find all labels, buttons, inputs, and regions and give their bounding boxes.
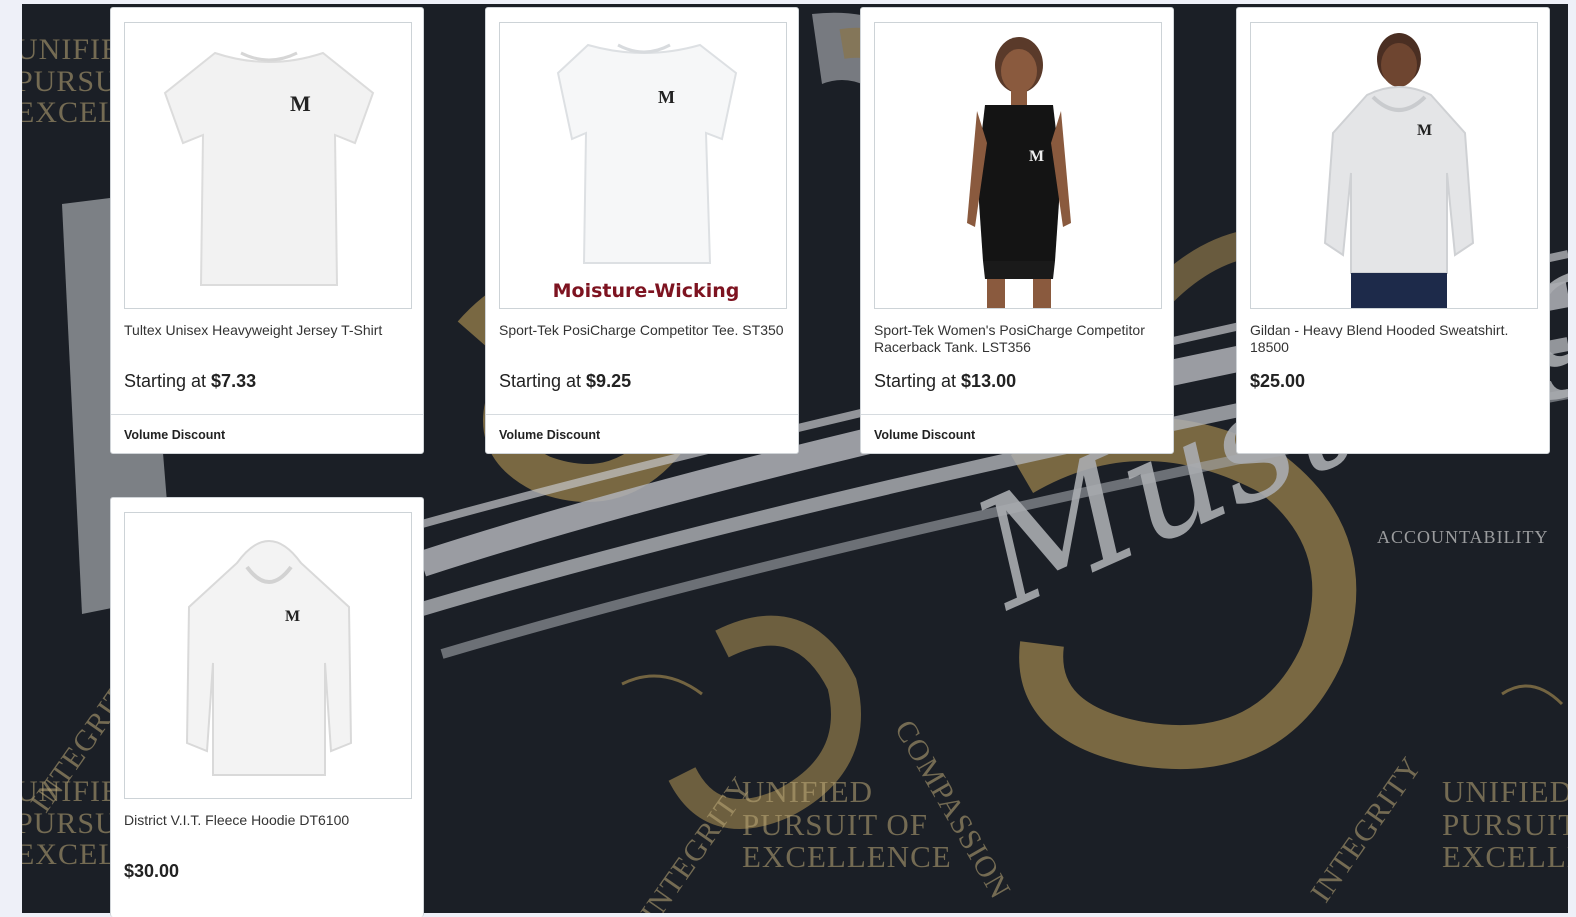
svg-text:M: M bbox=[1417, 122, 1432, 139]
motto-block-center: UNIFIED PURSUIT OF EXCELLENCE bbox=[742, 774, 952, 875]
volume-discount-label: Volume Discount bbox=[499, 428, 601, 442]
tank-model-icon: M bbox=[967, 37, 1071, 308]
product-image[interactable]: M bbox=[124, 22, 412, 309]
product-card-gildan-hoodie[interactable]: M Gildan - Heavy Blend Hooded Sweatshirt… bbox=[1236, 7, 1550, 454]
product-price: Starting at $13.00 bbox=[874, 371, 1017, 391]
hoodie-model-icon: M bbox=[1323, 33, 1475, 308]
performance-tee-icon: M Moisture-Wicking bbox=[553, 43, 740, 302]
hoodie-icon: M bbox=[185, 540, 353, 776]
product-title[interactable]: Sport-Tek PosiCharge Competitor Tee. ST3… bbox=[499, 322, 787, 339]
svg-text:M: M bbox=[1029, 148, 1044, 165]
product-image[interactable]: M bbox=[1250, 22, 1538, 309]
product-card-sporttek-tee[interactable]: M Moisture-Wicking Sport-Tek PosiCharge … bbox=[485, 7, 799, 454]
card-divider bbox=[486, 414, 798, 415]
product-price: $25.00 bbox=[1250, 371, 1306, 391]
product-card-tultex-tee[interactable]: M Tultex Unisex Heavyweight Jersey T-Shi… bbox=[110, 7, 424, 454]
card-divider bbox=[111, 414, 423, 415]
product-price: Starting at $7.33 bbox=[124, 371, 257, 391]
svg-text:M: M bbox=[285, 608, 300, 625]
volume-discount-label: Volume Discount bbox=[874, 428, 976, 442]
volume-discount-label: Volume Discount bbox=[124, 428, 226, 442]
product-image[interactable]: M Moisture-Wicking bbox=[499, 22, 787, 309]
svg-text:M: M bbox=[658, 87, 675, 107]
product-image[interactable]: M bbox=[874, 22, 1162, 309]
product-title[interactable]: Tultex Unisex Heavyweight Jersey T-Shirt bbox=[124, 322, 412, 339]
moisture-wicking-caption: Moisture-Wicking bbox=[553, 280, 740, 302]
svg-text:M: M bbox=[290, 91, 311, 116]
motto-word-accountability: ACCOUNTABILITY bbox=[1377, 527, 1549, 547]
product-card-sporttek-tank[interactable]: M Sport-Tek Women's PosiCharge Competito… bbox=[860, 7, 1174, 454]
product-price: Starting at $9.25 bbox=[499, 371, 632, 391]
tshirt-icon: M bbox=[163, 51, 375, 286]
product-card-district-hoodie[interactable]: M District V.I.T. Fleece Hoodie DT6100 $… bbox=[110, 497, 424, 917]
motto-block-bottom-right: UNIFIED PURSUIT OF EXCELLENCE bbox=[1442, 774, 1568, 875]
product-price: $30.00 bbox=[124, 861, 180, 881]
card-divider bbox=[861, 414, 1173, 415]
product-image[interactable]: M bbox=[124, 512, 412, 799]
product-title[interactable]: District V.I.T. Fleece Hoodie DT6100 bbox=[124, 812, 412, 829]
product-title[interactable]: Sport-Tek Women's PosiCharge Competitor … bbox=[874, 322, 1162, 356]
product-title[interactable]: Gildan - Heavy Blend Hooded Sweatshirt. … bbox=[1250, 322, 1538, 356]
